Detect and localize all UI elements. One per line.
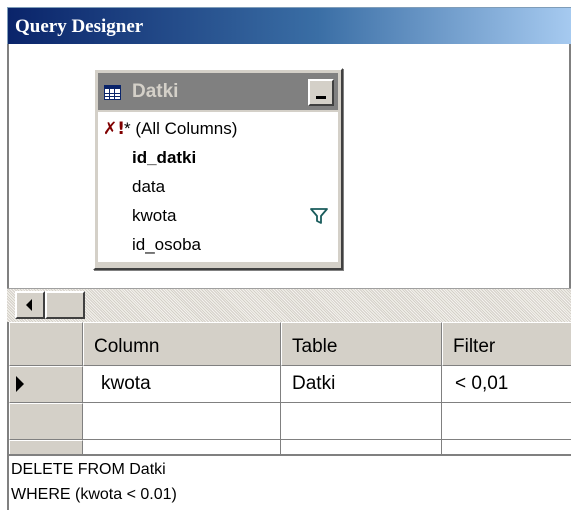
- column-item-all-columns[interactable]: ✗! * (All Columns): [98, 116, 338, 142]
- row-pointer-icon: [16, 376, 24, 392]
- scroll-left-arrow-icon[interactable]: [15, 291, 45, 319]
- grid-cell-table[interactable]: [281, 403, 442, 440]
- grid-cell-table[interactable]: Datki: [281, 366, 442, 403]
- column-label: * (All Columns): [124, 119, 238, 138]
- column-header-filter[interactable]: Filter: [442, 322, 571, 366]
- grid-cell-column[interactable]: kwota: [83, 366, 281, 403]
- table-grid-icon: [104, 85, 121, 100]
- column-label: id_datki: [132, 148, 197, 167]
- row-selector[interactable]: [9, 440, 83, 454]
- query-designer-window: Query Designer Datki ✗! * (All Columns) …: [0, 0, 571, 510]
- minimize-button[interactable]: [308, 79, 334, 106]
- window-title: Query Designer: [15, 16, 144, 37]
- grid-cell-filter[interactable]: [442, 403, 571, 440]
- grid-header-row: Column Table Filter: [9, 322, 571, 366]
- column-label: id_osoba: [132, 235, 202, 254]
- sql-pane[interactable]: DELETE FROM Datki WHERE (kwota < 0.01): [7, 454, 571, 510]
- table-box-datki[interactable]: Datki ✗! * (All Columns) id_datki data k…: [93, 68, 343, 270]
- grid-cell-filter[interactable]: [442, 440, 571, 454]
- column-item-id-osoba[interactable]: id_osoba: [98, 232, 338, 258]
- row-selector[interactable]: [9, 366, 83, 403]
- column-item-data[interactable]: data: [98, 174, 338, 200]
- scrollbar-thumb[interactable]: [45, 291, 85, 319]
- grid-cell-filter[interactable]: < 0,01: [442, 366, 571, 403]
- column-header-column[interactable]: Column: [83, 322, 281, 366]
- grid-cell-column[interactable]: [83, 440, 281, 454]
- grid-corner-header[interactable]: [9, 322, 83, 366]
- criteria-grid: Column Table Filter kwota Datki < 0,01: [7, 322, 571, 454]
- table-column-list: ✗! * (All Columns) id_datki data kwota i…: [98, 112, 338, 262]
- column-label: kwota: [132, 206, 177, 225]
- column-item-kwota[interactable]: kwota: [98, 203, 338, 229]
- filter-funnel-icon: [310, 208, 328, 224]
- diagram-horizontal-scrollbar[interactable]: [7, 288, 571, 322]
- table-name: Datki: [132, 81, 179, 102]
- row-selector[interactable]: [9, 403, 83, 440]
- column-label: data: [132, 177, 166, 196]
- table-box-header[interactable]: Datki: [98, 73, 338, 110]
- sql-line: WHERE (kwota < 0.01): [11, 486, 177, 503]
- title-bar: Query Designer: [7, 7, 571, 44]
- grid-cell-column[interactable]: [83, 403, 281, 440]
- column-header-table[interactable]: Table: [281, 322, 442, 366]
- delete-query-icon: ✗!: [103, 119, 125, 139]
- grid-cell-table[interactable]: [281, 440, 442, 454]
- sql-line: DELETE FROM Datki: [11, 461, 166, 478]
- column-item-id-datki[interactable]: id_datki: [98, 145, 338, 171]
